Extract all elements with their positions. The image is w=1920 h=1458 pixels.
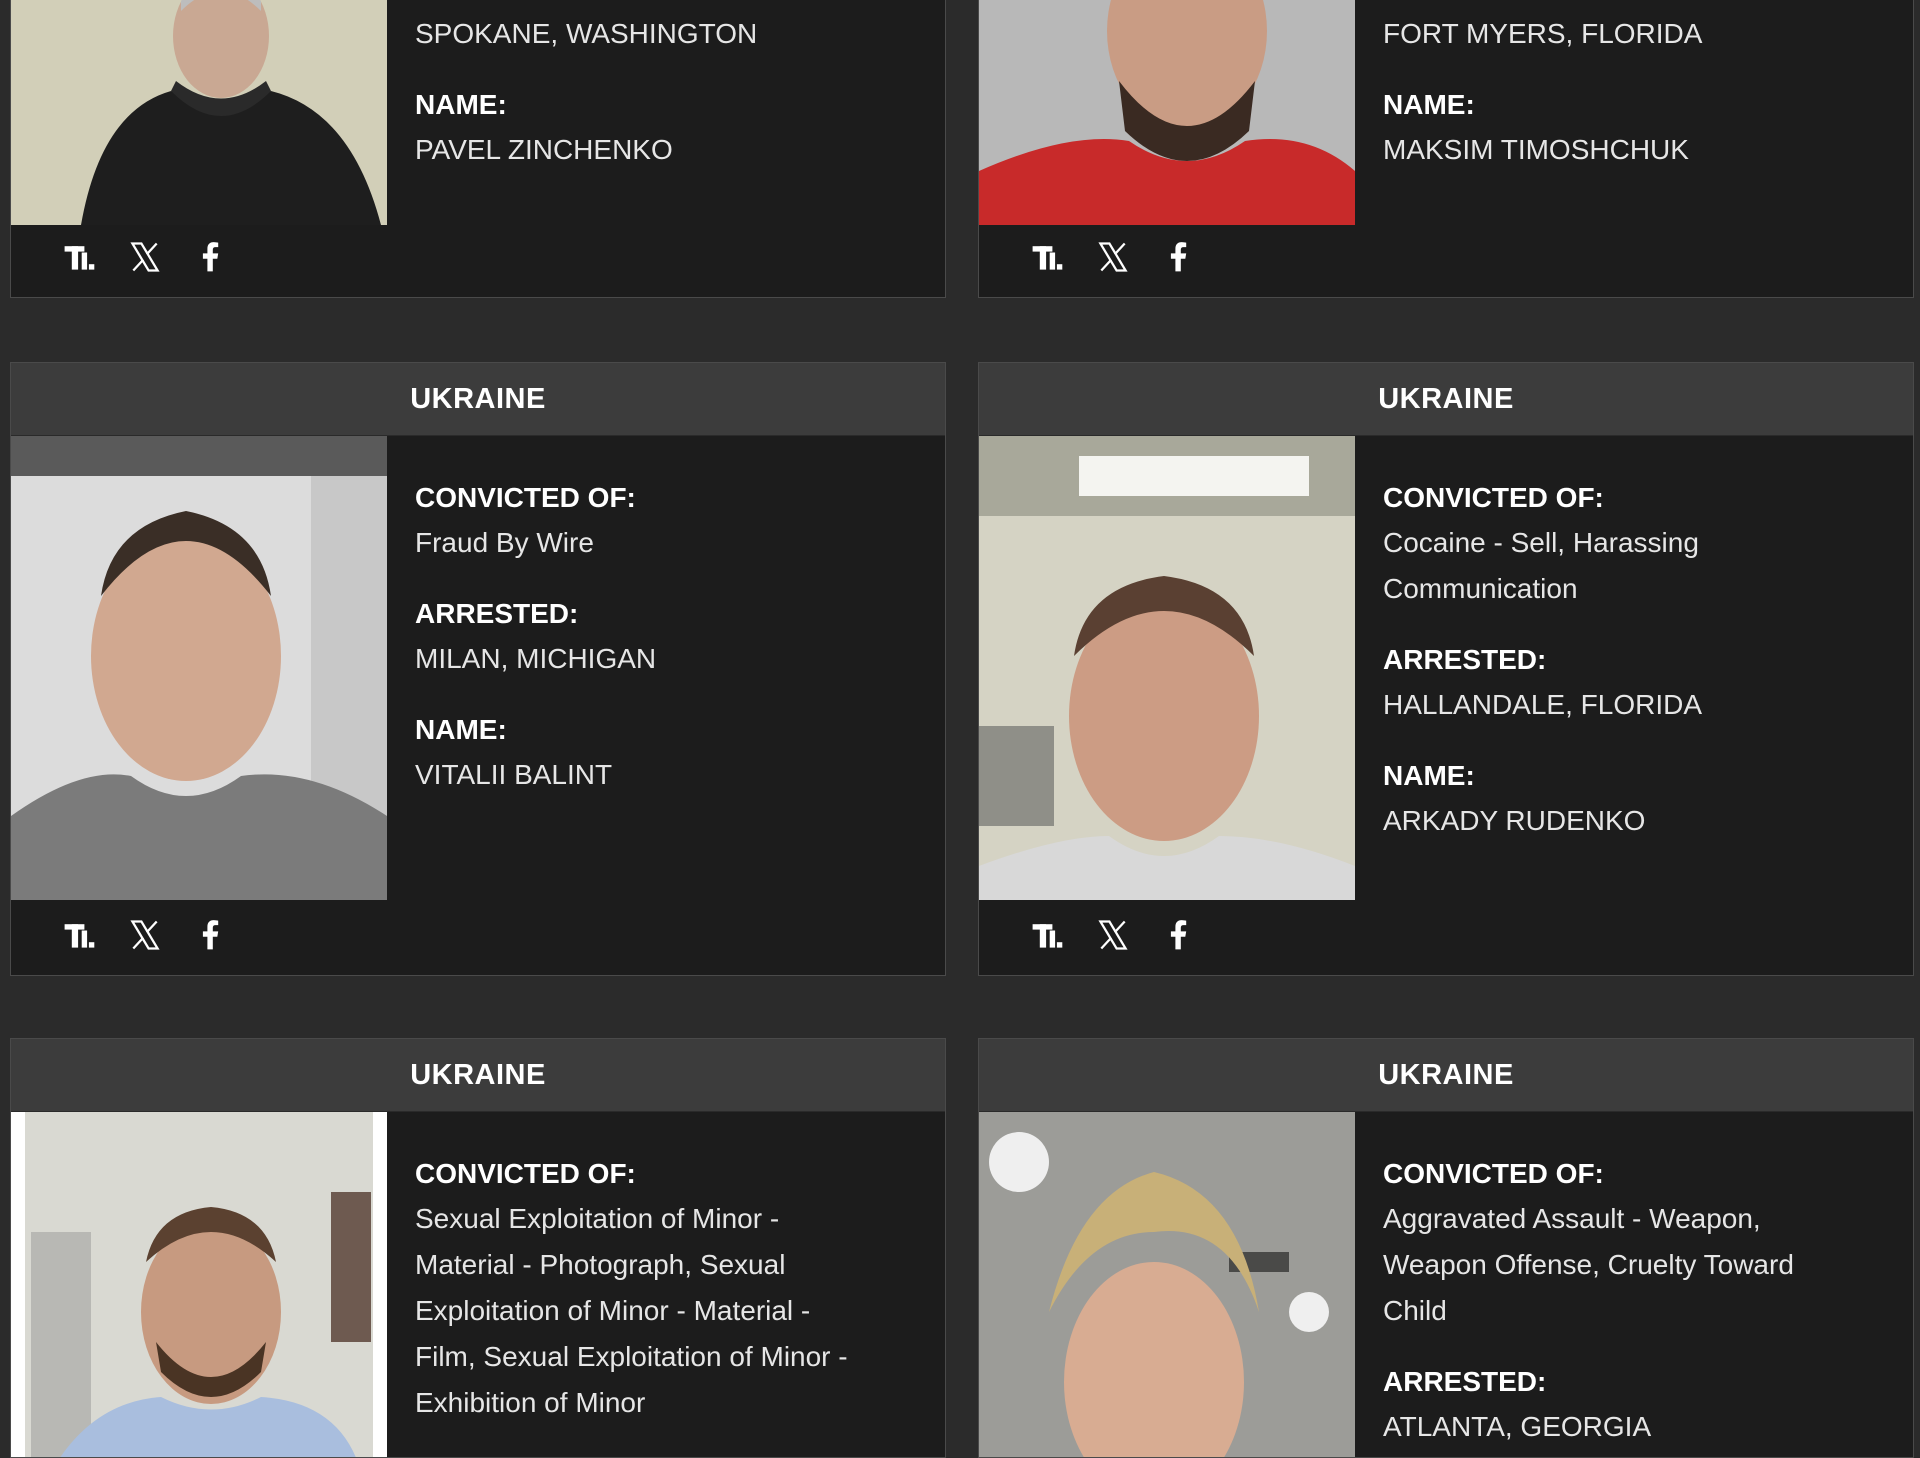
- arrested-location: SPOKANE, WASHINGTON: [415, 18, 758, 49]
- convicted-label: CONVICTED OF:: [415, 1158, 636, 1189]
- convicted-label: CONVICTED OF:: [415, 482, 636, 513]
- name-label: NAME:: [1383, 760, 1475, 791]
- arrested-label: ARRESTED:: [415, 598, 579, 629]
- share-bar: [1029, 915, 1197, 955]
- name-label: NAME:: [1383, 89, 1475, 120]
- arrested-location: MILAN, MICHIGAN: [415, 643, 657, 674]
- country-header: UKRAINE: [11, 363, 945, 436]
- arrested-label: ARRESTED:: [1383, 1366, 1547, 1397]
- x-icon[interactable]: [127, 237, 163, 277]
- person-name: MAKSIM TIMOSHCHUK: [1383, 134, 1689, 165]
- arrested-location: ATLANTA, GEORGIA: [1383, 1411, 1652, 1442]
- convicted-value: Cocaine - Sell, Harassing Communication: [1383, 527, 1699, 604]
- name-label: NAME:: [415, 89, 507, 120]
- person-name: ARKADY RUDENKO: [1383, 805, 1646, 836]
- facebook-icon[interactable]: [193, 237, 229, 277]
- mugshot-photo: [11, 0, 387, 225]
- x-icon[interactable]: [1095, 237, 1131, 277]
- arrested-location: FORT MYERS, FLORIDA: [1383, 18, 1703, 49]
- mugshot-photo: [11, 1112, 387, 1457]
- mugshot-photo: [11, 436, 387, 900]
- profile-card: UKRAINE CONVICTED OF: Fraud By Wire ARRE…: [10, 362, 946, 976]
- mugshot-photo: [979, 436, 1355, 900]
- profile-card: UKRAINE CONVICTED OF: Sexual Exploitatio…: [10, 1038, 946, 1458]
- mugshot-photo: [979, 0, 1355, 225]
- truth-social-icon[interactable]: [1029, 915, 1065, 955]
- profile-card: FORT MYERS, FLORIDA NAME: MAKSIM TIMOSHC…: [978, 0, 1914, 298]
- profile-card: UKRAINE CONVICTED OF: Cocaine - Sell, Ha…: [978, 362, 1914, 976]
- convicted-value: Aggravated Assault - Weapon, Weapon Offe…: [1383, 1203, 1794, 1326]
- country-header: UKRAINE: [979, 1039, 1913, 1112]
- convicted-value: Sexual Exploitation of Minor - Material …: [415, 1203, 848, 1418]
- x-icon[interactable]: [127, 915, 163, 955]
- facebook-icon[interactable]: [1161, 237, 1197, 277]
- facebook-icon[interactable]: [193, 915, 229, 955]
- country-header: UKRAINE: [11, 1039, 945, 1112]
- facebook-icon[interactable]: [1161, 915, 1197, 955]
- truth-social-icon[interactable]: [61, 915, 97, 955]
- share-bar: [61, 915, 229, 955]
- profile-card: UKRAINE CONVICTED OF: Aggravated Assault…: [978, 1038, 1914, 1458]
- arrested-label: ARRESTED:: [1383, 644, 1547, 675]
- share-bar: [61, 237, 229, 277]
- x-icon[interactable]: [1095, 915, 1131, 955]
- person-name: VITALII BALINT: [415, 759, 613, 790]
- truth-social-icon[interactable]: [1029, 237, 1065, 277]
- person-name: PAVEL ZINCHENKO: [415, 134, 673, 165]
- share-bar: [1029, 237, 1197, 277]
- truth-social-icon[interactable]: [61, 237, 97, 277]
- convicted-label: CONVICTED OF:: [1383, 1158, 1604, 1189]
- country-header: UKRAINE: [979, 363, 1913, 436]
- name-label: NAME:: [415, 714, 507, 745]
- convicted-value: Fraud By Wire: [415, 527, 594, 558]
- mugshot-photo: [979, 1112, 1355, 1457]
- profile-card: SPOKANE, WASHINGTON NAME: PAVEL ZINCHENK…: [10, 0, 946, 298]
- convicted-label: CONVICTED OF:: [1383, 482, 1604, 513]
- arrested-location: HALLANDALE, FLORIDA: [1383, 689, 1702, 720]
